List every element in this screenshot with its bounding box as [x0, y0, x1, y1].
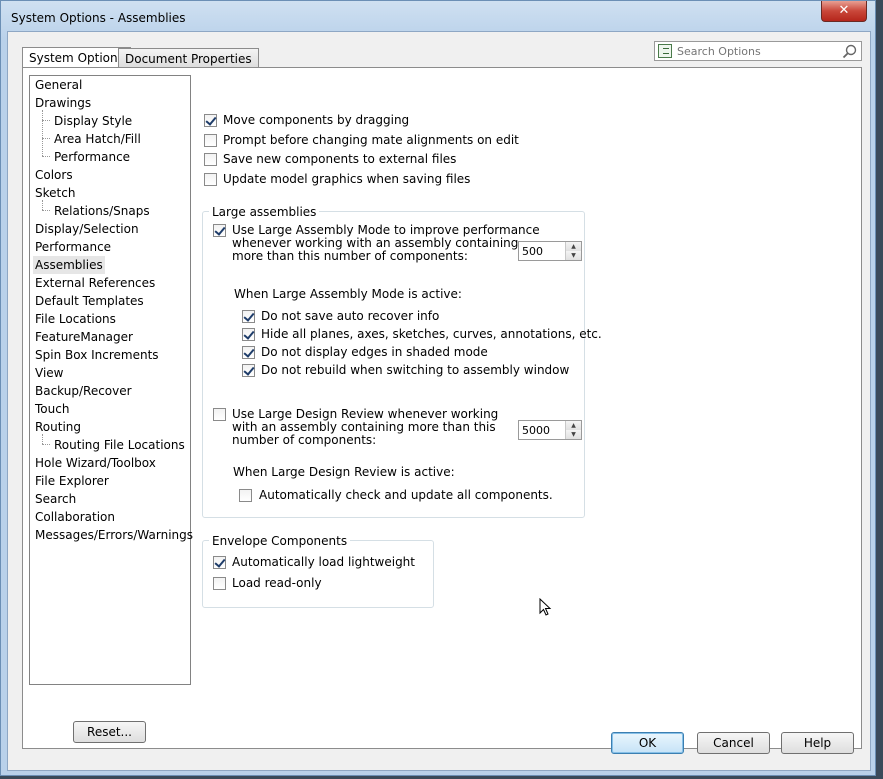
tree-item-display-selection[interactable]: Display/Selection: [35, 220, 139, 238]
tree-connector: [42, 110, 43, 156]
close-button[interactable]: ✕: [821, 1, 867, 22]
ok-button[interactable]: OK: [611, 732, 684, 754]
prompt-mate-label: Prompt before changing mate alignments o…: [223, 133, 519, 147]
design-review-threshold-input[interactable]: [522, 423, 562, 437]
tab-label: Document Properties: [125, 52, 252, 66]
tree-item-relations-snaps[interactable]: Relations/Snaps: [54, 202, 150, 220]
tab-document-properties[interactable]: Document Properties: [118, 48, 259, 68]
search-input[interactable]: [677, 43, 837, 59]
move-by-dragging-label: Move components by dragging: [223, 113, 410, 127]
update-graphics-label: Update model graphics when saving files: [223, 172, 471, 186]
tree-item-view[interactable]: View: [35, 364, 63, 382]
tree-item-hole-wizard-toolbox[interactable]: Hole Wizard/Toolbox: [35, 454, 156, 472]
large-assembly-mode-label-3: more than this number of components:: [232, 249, 468, 263]
tree-connector: [42, 138, 50, 139]
large-assembly-mode-checkbox[interactable]: [213, 224, 226, 237]
large-assembly-threshold-spinner[interactable]: ▲ ▼: [518, 241, 582, 261]
tree-item-file-explorer[interactable]: File Explorer: [35, 472, 109, 490]
hide-planes-checkbox[interactable]: [242, 328, 255, 341]
tree-item-search[interactable]: Search: [35, 490, 76, 508]
tree-connector: [42, 156, 50, 157]
tree-connector: [42, 120, 50, 121]
tab-system-options[interactable]: System Options: [22, 47, 131, 69]
large-assemblies-title: Large assemblies: [209, 205, 320, 219]
no-edges-shaded-label: Do not display edges in shaded mode: [261, 345, 488, 359]
load-read-only-checkbox[interactable]: [213, 577, 226, 590]
tree-item-drawings-performance[interactable]: Performance: [54, 148, 130, 166]
tree-item-routing-file-locations[interactable]: Routing File Locations: [54, 436, 185, 454]
tab-panel: General Drawings Display Style Area Hatc…: [22, 67, 862, 749]
load-lightweight-checkbox[interactable]: [213, 556, 226, 569]
title-bar[interactable]: System Options - Assemblies ✕: [1, 1, 875, 35]
spinner-arrows: ▲ ▼: [565, 242, 581, 260]
no-auto-recover-checkbox[interactable]: [242, 310, 255, 323]
load-read-only-label: Load read-only: [232, 576, 322, 590]
prompt-mate-checkbox[interactable]: [204, 134, 217, 147]
window-title: System Options - Assemblies: [11, 11, 186, 25]
spinner-arrows: ▲ ▼: [565, 421, 581, 439]
close-icon: ✕: [838, 3, 850, 18]
tree-item-collaboration[interactable]: Collaboration: [35, 508, 115, 526]
large-mode-active-heading: When Large Assembly Mode is active:: [234, 287, 462, 301]
tree-item-display-style[interactable]: Display Style: [54, 112, 132, 130]
tree-item-default-templates[interactable]: Default Templates: [35, 292, 144, 310]
envelope-components-group: [202, 540, 434, 608]
options-tree: General Drawings Display Style Area Hatc…: [29, 75, 193, 685]
tree-item-backup-recover[interactable]: Backup/Recover: [35, 382, 132, 400]
tree-item-touch[interactable]: Touch: [35, 400, 69, 418]
magnifier-icon[interactable]: [842, 44, 857, 59]
envelope-components-title: Envelope Components: [209, 534, 351, 548]
tab-label: System Options: [29, 51, 124, 65]
update-graphics-checkbox[interactable]: [204, 173, 217, 186]
tree-connector: [42, 444, 50, 445]
search-options-box[interactable]: [654, 41, 862, 61]
large-design-review-label-3: number of components:: [232, 433, 377, 447]
no-edges-shaded-checkbox[interactable]: [242, 346, 255, 359]
tree-item-featuremanager[interactable]: FeatureManager: [35, 328, 133, 346]
search-list-icon: [658, 44, 672, 58]
save-external-checkbox[interactable]: [204, 153, 217, 166]
tree-item-external-references[interactable]: External References: [35, 274, 155, 292]
tree-item-general[interactable]: General: [35, 76, 82, 94]
tree-item-messages-errors-warnings[interactable]: Messages/Errors/Warnings: [35, 526, 193, 544]
auto-check-update-checkbox[interactable]: [239, 489, 252, 502]
large-design-review-checkbox[interactable]: [213, 408, 226, 421]
system-options-dialog: System Options - Assemblies ✕ System Opt…: [0, 0, 876, 776]
large-assembly-threshold-input[interactable]: [522, 244, 562, 258]
move-by-dragging-checkbox[interactable]: [204, 114, 217, 127]
dialog-client: System Options Document Properties Searc…: [7, 31, 871, 771]
save-external-label: Save new components to external files: [223, 152, 457, 166]
design-review-active-heading: When Large Design Review is active:: [233, 465, 455, 479]
tree-item-assemblies[interactable]: Assemblies: [33, 256, 105, 274]
tree-item-sketch[interactable]: Sketch: [35, 184, 75, 202]
design-review-threshold-spinner[interactable]: ▲ ▼: [518, 420, 582, 440]
tree-item-area-hatch-fill[interactable]: Area Hatch/Fill: [54, 130, 141, 148]
cancel-button[interactable]: Cancel: [697, 732, 770, 754]
help-button[interactable]: Help: [781, 732, 854, 754]
no-rebuild-checkbox[interactable]: [242, 364, 255, 377]
tree-item-drawings[interactable]: Drawings: [35, 94, 91, 112]
tree-item-colors[interactable]: Colors: [35, 166, 73, 184]
spin-down-icon[interactable]: ▼: [566, 430, 581, 439]
no-rebuild-label: Do not rebuild when switching to assembl…: [261, 363, 570, 377]
auto-check-update-label: Automatically check and update all compo…: [259, 488, 553, 502]
load-lightweight-label: Automatically load lightweight: [232, 555, 415, 569]
tree-item-file-locations[interactable]: File Locations: [35, 310, 116, 328]
spin-down-icon[interactable]: ▼: [566, 251, 581, 260]
tree-item-spin-box-increments[interactable]: Spin Box Increments: [35, 346, 159, 364]
tree-item-routing[interactable]: Routing: [35, 418, 81, 436]
reset-button[interactable]: Reset...: [73, 721, 146, 743]
tree-item-performance[interactable]: Performance: [35, 238, 111, 256]
tree-connector: [42, 210, 50, 211]
hide-planes-label: Hide all planes, axes, sketches, curves,…: [261, 327, 602, 341]
no-auto-recover-label: Do not save auto recover info: [261, 309, 440, 323]
mouse-cursor-icon: [539, 598, 552, 616]
